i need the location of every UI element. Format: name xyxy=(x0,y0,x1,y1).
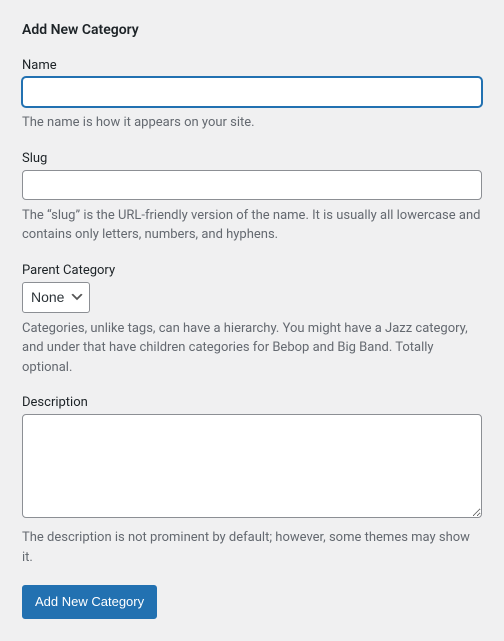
parent-field-group: Parent Category None Categories, unlike … xyxy=(22,263,482,378)
slug-field-group: Slug The “slug” is the URL-friendly vers… xyxy=(22,151,482,245)
description-field-group: Description The description is not promi… xyxy=(22,395,482,567)
submit-button[interactable]: Add New Category xyxy=(22,585,157,619)
slug-label: Slug xyxy=(22,151,482,166)
form-heading: Add New Category xyxy=(22,22,482,38)
parent-help-text: Categories, unlike tags, can have a hier… xyxy=(22,319,482,378)
name-help-text: The name is how it appears on your site. xyxy=(22,113,482,133)
slug-input[interactable] xyxy=(22,170,482,200)
description-help-text: The description is not prominent by defa… xyxy=(22,528,482,567)
name-label: Name xyxy=(22,58,482,73)
parent-label: Parent Category xyxy=(22,263,482,278)
slug-help-text: The “slug” is the URL-friendly version o… xyxy=(22,206,482,245)
parent-select[interactable]: None xyxy=(22,282,90,313)
name-input[interactable] xyxy=(22,77,482,107)
name-field-group: Name The name is how it appears on your … xyxy=(22,58,482,133)
description-textarea[interactable] xyxy=(22,414,482,518)
description-label: Description xyxy=(22,395,482,410)
